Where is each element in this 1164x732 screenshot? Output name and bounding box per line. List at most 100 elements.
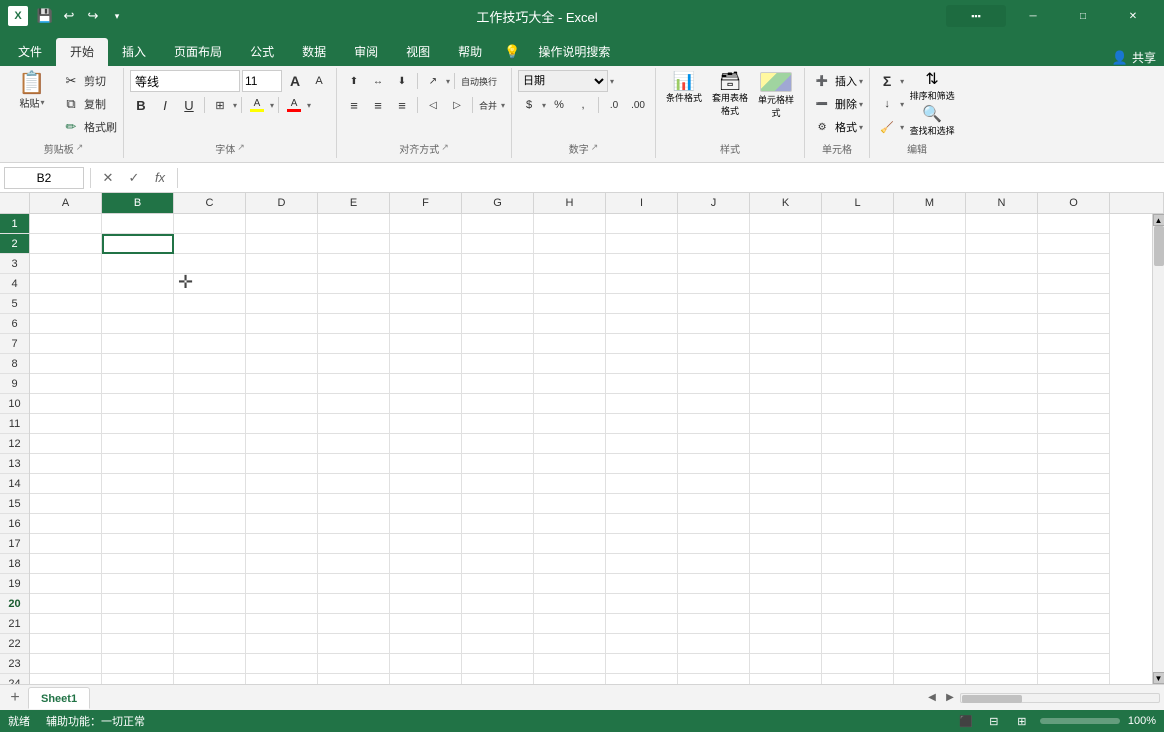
cell-E9[interactable] — [318, 374, 390, 394]
cell-J2[interactable] — [678, 234, 750, 254]
cell-A16[interactable] — [30, 514, 102, 534]
cell-O4[interactable] — [1038, 274, 1110, 294]
cell-H9[interactable] — [534, 374, 606, 394]
cell-O21[interactable] — [1038, 614, 1110, 634]
cell-D24[interactable] — [246, 674, 318, 684]
cell-D23[interactable] — [246, 654, 318, 674]
tab-view[interactable]: 视图 — [392, 38, 444, 66]
cell-I11[interactable] — [606, 414, 678, 434]
redo-qat-button[interactable]: ↪ — [82, 5, 104, 27]
fill-dropdown-icon[interactable]: ▾ — [900, 100, 904, 109]
cell-J10[interactable] — [678, 394, 750, 414]
cell-A22[interactable] — [30, 634, 102, 654]
decrease-indent-button[interactable]: ◁ — [422, 94, 444, 116]
cell-K2[interactable] — [750, 234, 822, 254]
cell-B10[interactable] — [102, 394, 174, 414]
cell-K24[interactable] — [750, 674, 822, 684]
cell-E10[interactable] — [318, 394, 390, 414]
vertical-scrollbar[interactable]: ▲ ▼ — [1152, 214, 1164, 684]
cell-F10[interactable] — [390, 394, 462, 414]
cell-D22[interactable] — [246, 634, 318, 654]
cell-E2[interactable] — [318, 234, 390, 254]
cell-D17[interactable] — [246, 534, 318, 554]
cell-K10[interactable] — [750, 394, 822, 414]
col-header-F[interactable]: F — [390, 193, 462, 213]
cell-J12[interactable] — [678, 434, 750, 454]
cell-G11[interactable] — [462, 414, 534, 434]
formula-cancel-button[interactable]: ✕ — [97, 167, 119, 189]
cell-H24[interactable] — [534, 674, 606, 684]
cell-M22[interactable] — [894, 634, 966, 654]
comma-button[interactable]: , — [572, 94, 594, 116]
center-align-button[interactable]: ≡ — [367, 94, 389, 116]
cut-button[interactable]: ✂ — [60, 70, 82, 92]
cell-O20[interactable] — [1038, 594, 1110, 614]
cell-G24[interactable] — [462, 674, 534, 684]
cell-A18[interactable] — [30, 554, 102, 574]
cell-B24[interactable] — [102, 674, 174, 684]
cell-C1[interactable] — [174, 214, 246, 234]
cell-I5[interactable] — [606, 294, 678, 314]
row-num-12[interactable]: 12 — [0, 434, 29, 454]
row-num-2[interactable]: 2 — [0, 234, 29, 254]
horizontal-scroll-thumb[interactable] — [962, 695, 1022, 703]
cell-E23[interactable] — [318, 654, 390, 674]
tab-review[interactable]: 审阅 — [340, 38, 392, 66]
cell-J1[interactable] — [678, 214, 750, 234]
cell-J22[interactable] — [678, 634, 750, 654]
sum-dropdown-icon[interactable]: ▾ — [900, 77, 904, 86]
cell-B22[interactable] — [102, 634, 174, 654]
undo-qat-button[interactable]: ↩ — [58, 5, 80, 27]
cell-O6[interactable] — [1038, 314, 1110, 334]
percent-button[interactable]: % — [548, 94, 570, 116]
cell-A6[interactable] — [30, 314, 102, 334]
cell-A10[interactable] — [30, 394, 102, 414]
cell-O16[interactable] — [1038, 514, 1110, 534]
cell-F1[interactable] — [390, 214, 462, 234]
formula-input[interactable] — [184, 167, 1160, 189]
cell-F15[interactable] — [390, 494, 462, 514]
cell-C17[interactable] — [174, 534, 246, 554]
cell-H16[interactable] — [534, 514, 606, 534]
cell-I12[interactable] — [606, 434, 678, 454]
cell-B18[interactable] — [102, 554, 174, 574]
cell-N8[interactable] — [966, 354, 1038, 374]
cell-O15[interactable] — [1038, 494, 1110, 514]
cell-I7[interactable] — [606, 334, 678, 354]
cell-E17[interactable] — [318, 534, 390, 554]
cell-I24[interactable] — [606, 674, 678, 684]
insert-dropdown-icon[interactable]: ▾ — [859, 77, 863, 86]
cell-N21[interactable] — [966, 614, 1038, 634]
cell-L15[interactable] — [822, 494, 894, 514]
cell-E19[interactable] — [318, 574, 390, 594]
font-name-input[interactable] — [130, 70, 240, 92]
col-header-L[interactable]: L — [822, 193, 894, 213]
cell-L18[interactable] — [822, 554, 894, 574]
bottom-align-button[interactable]: ⬇ — [391, 70, 413, 92]
cell-J7[interactable] — [678, 334, 750, 354]
cell-F7[interactable] — [390, 334, 462, 354]
cell-N12[interactable] — [966, 434, 1038, 454]
cell-N13[interactable] — [966, 454, 1038, 474]
cell-H21[interactable] — [534, 614, 606, 634]
fill-dropdown-icon[interactable]: ▾ — [270, 101, 274, 110]
cell-D18[interactable] — [246, 554, 318, 574]
delete-button[interactable]: ➖ — [811, 93, 833, 115]
sheet-scroll-right-button[interactable]: ▶ — [942, 690, 958, 706]
cell-G15[interactable] — [462, 494, 534, 514]
cell-J17[interactable] — [678, 534, 750, 554]
cell-J24[interactable] — [678, 674, 750, 684]
cell-D10[interactable] — [246, 394, 318, 414]
cell-H7[interactable] — [534, 334, 606, 354]
cell-F18[interactable] — [390, 554, 462, 574]
increase-font-button[interactable]: A — [284, 70, 306, 92]
cell-E18[interactable] — [318, 554, 390, 574]
cell-L21[interactable] — [822, 614, 894, 634]
cell-A1[interactable] — [30, 214, 102, 234]
cell-L13[interactable] — [822, 454, 894, 474]
format-painter-button[interactable]: ✏ — [60, 116, 82, 138]
cell-G6[interactable] — [462, 314, 534, 334]
conditional-format-button[interactable]: 📊 条件格式 — [662, 70, 706, 106]
cell-G4[interactable] — [462, 274, 534, 294]
cell-B21[interactable] — [102, 614, 174, 634]
